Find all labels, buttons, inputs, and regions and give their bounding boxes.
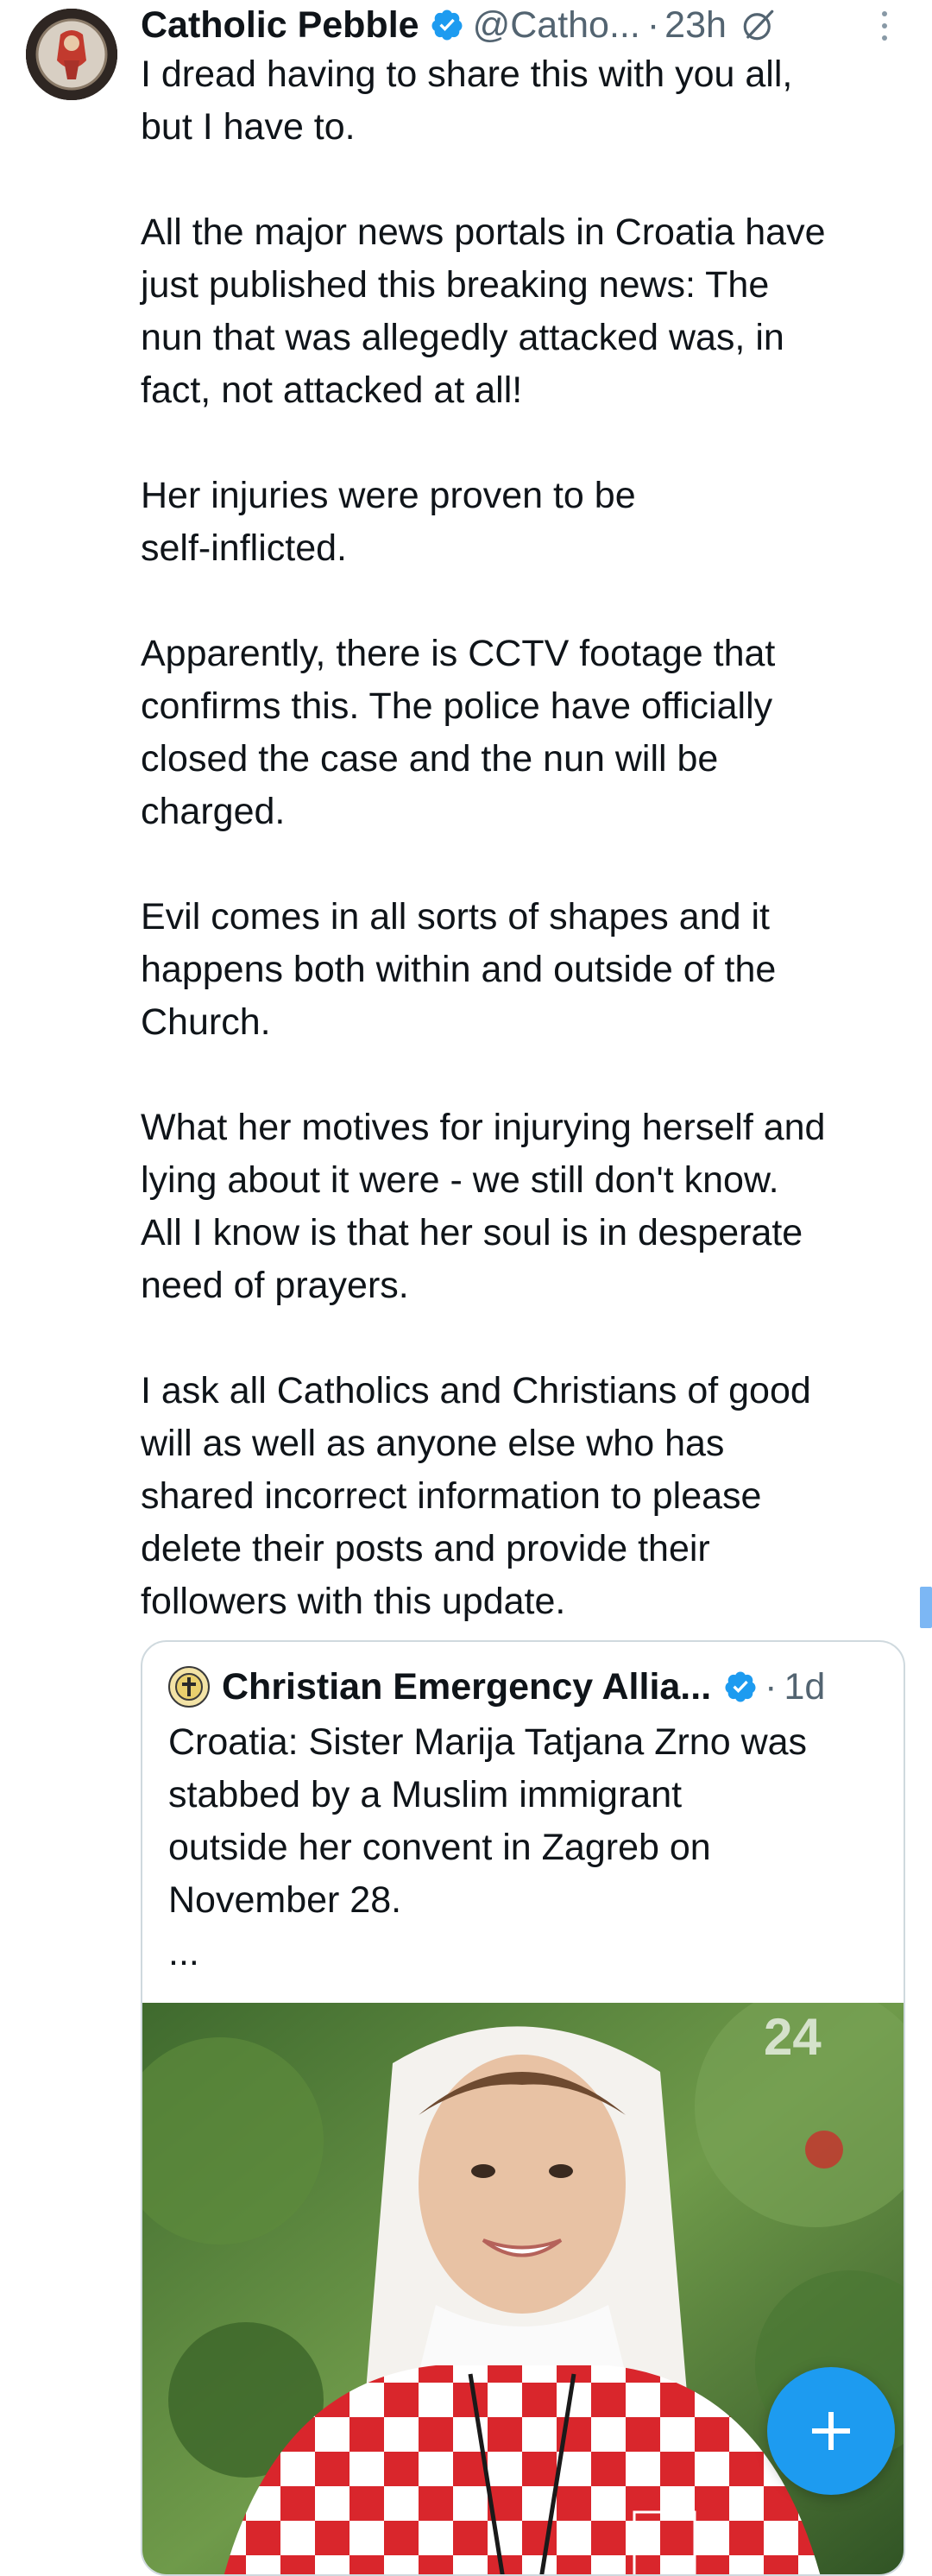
quoted-text-ellipsis: ...: [168, 1932, 199, 1973]
quoted-timestamp[interactable]: 1d: [784, 1666, 825, 1708]
tweet-timestamp[interactable]: 23h: [664, 0, 727, 50]
compose-button[interactable]: [767, 2367, 895, 2495]
verified-badge-icon: [725, 1671, 756, 1702]
tweet-paragraph: I dread having to share this with you al…: [141, 54, 793, 148]
author-name[interactable]: Catholic Pebble: [141, 0, 419, 50]
quoted-media-image[interactable]: 24: [142, 2003, 904, 2574]
quoted-author-name[interactable]: Christian Emergency Allia...: [222, 1666, 711, 1708]
header-separator: ·: [646, 4, 660, 46]
quoted-tweet-header: Christian Emergency Allia... · 1d: [168, 1661, 825, 1713]
media-photo: 24: [142, 2003, 904, 2574]
avatar-image: [26, 9, 117, 100]
tweet-paragraph: Apparently, there is CCTV footage that c…: [141, 633, 776, 832]
plus-icon: [812, 2412, 850, 2450]
verified-badge-icon: [431, 9, 463, 41]
tweet-paragraph: All the major news portals in Croatia ha…: [141, 212, 826, 411]
tweet-paragraph: What her motives for injurying herself a…: [141, 1107, 826, 1306]
quoted-author-avatar[interactable]: [168, 1666, 210, 1708]
scrollbar-thumb[interactable]: [920, 1587, 932, 1628]
tweet-paragraph: Her injuries were proven to be self-infl…: [141, 475, 636, 569]
quoted-separator: ·: [765, 1665, 778, 1708]
more-vertical-icon[interactable]: [872, 9, 897, 43]
tweet-text: I dread having to share this with you al…: [141, 48, 900, 1628]
tweet-paragraph: I ask all Catholics and Christians of go…: [141, 1370, 811, 1622]
grok-icon[interactable]: [740, 7, 777, 43]
author-avatar[interactable]: [26, 9, 117, 100]
tweet-paragraph: Evil comes in all sorts of shapes and it…: [141, 896, 777, 1043]
tweet-header: Catholic Pebble @Catho... · 23h: [141, 0, 900, 50]
quoted-tweet-text: Croatia: Sister Marija Tatjana Zrno was …: [168, 1721, 808, 1921]
author-handle[interactable]: @Catho...: [473, 0, 640, 50]
media-watermark: 24: [764, 2008, 822, 2066]
